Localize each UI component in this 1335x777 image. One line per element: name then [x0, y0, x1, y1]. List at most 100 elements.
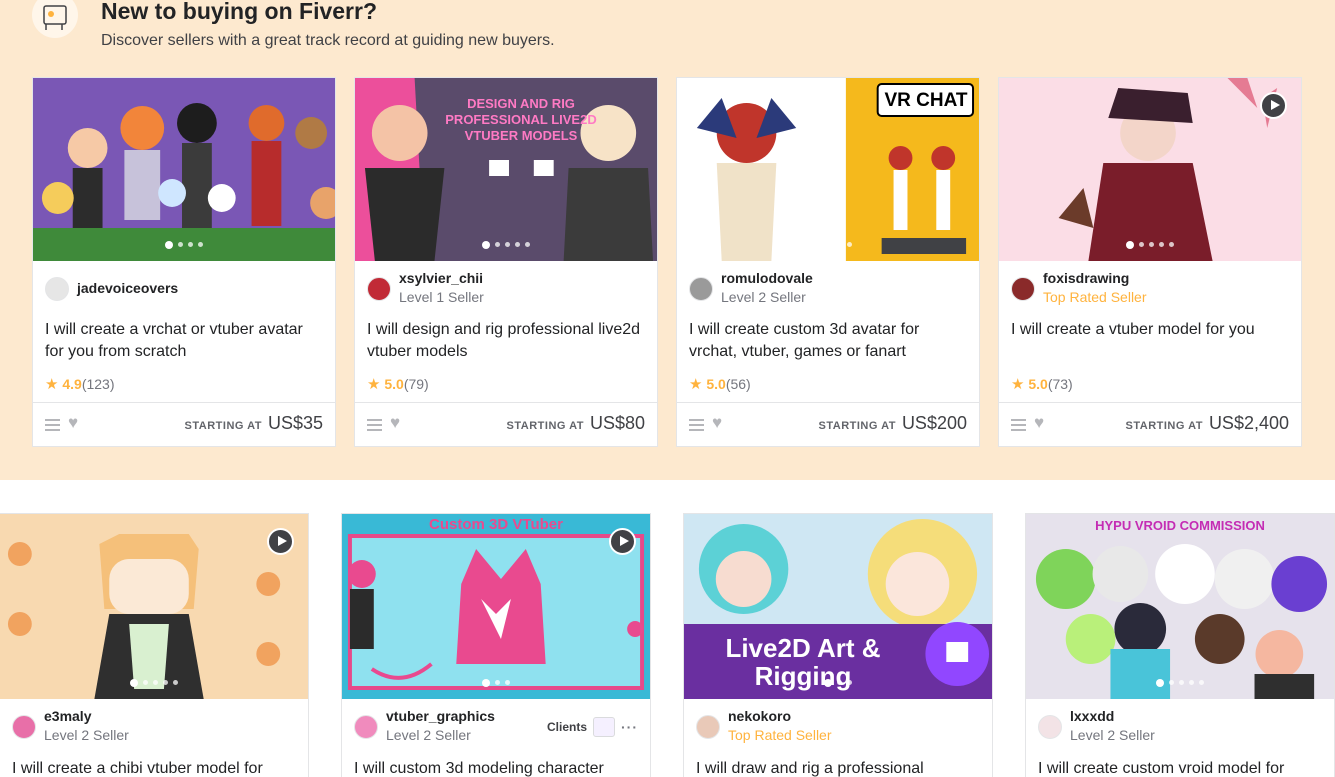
seller-name[interactable]: e3maly — [44, 708, 91, 724]
gig-thumbnail[interactable]: Live2D Art & Rigging — [684, 514, 992, 699]
seller-level: Level 2 Seller — [44, 727, 129, 743]
gig-card[interactable]: Custom 3D VTuber vtuber_graphics Level 2… — [341, 513, 651, 777]
menu-icon[interactable] — [1011, 419, 1026, 431]
gig-title[interactable]: I will create custom vroid model for — [1038, 758, 1322, 777]
gig-thumbnail[interactable]: Custom 3D VTuber — [342, 514, 650, 699]
gig-rating: ★ 5.0(56) — [689, 375, 751, 393]
rating-score: 5.0 — [384, 376, 404, 392]
avatar[interactable] — [45, 277, 69, 301]
price-label: STARTING AT — [818, 420, 896, 432]
heart-icon[interactable]: ♥ — [390, 413, 400, 433]
menu-icon[interactable] — [367, 419, 382, 431]
card-footer: ♥ STARTING AT US$35 — [33, 402, 335, 446]
carousel-dots[interactable] — [677, 241, 979, 249]
gig-card[interactable]: VR CHAT romulodovale Level 2 Seller I wi… — [676, 77, 980, 447]
gig-thumbnail[interactable] — [0, 514, 308, 699]
menu-icon[interactable] — [45, 419, 60, 431]
seller-info[interactable]: foxisdrawing Top Rated Seller — [1011, 270, 1289, 310]
rating-score: 5.0 — [1028, 376, 1048, 392]
seller-name[interactable]: jadevoiceovers — [77, 280, 178, 296]
carousel-dots[interactable] — [684, 679, 992, 687]
gig-title[interactable]: I will custom 3d modeling character — [354, 758, 638, 777]
price[interactable]: STARTING AT US$80 — [507, 413, 645, 434]
seller-level: Level 2 Seller — [386, 727, 471, 743]
seller-info[interactable]: nekokoro Top Rated Seller — [696, 708, 980, 748]
heart-icon[interactable]: ♥ — [1034, 413, 1044, 433]
carousel-dots[interactable] — [0, 679, 308, 687]
seller-info[interactable]: romulodovale Level 2 Seller — [689, 270, 967, 310]
clients-badge[interactable]: Clients ··· — [547, 717, 638, 737]
avatar[interactable] — [367, 277, 391, 301]
gig-title[interactable]: I will create a vrchat or vtuber avatar … — [45, 319, 323, 363]
play-video-icon[interactable] — [1260, 92, 1287, 119]
price-value: US$200 — [901, 413, 967, 433]
price[interactable]: STARTING AT US$2,400 — [1126, 413, 1289, 434]
price-label: STARTING AT — [506, 420, 584, 432]
gig-thumbnail[interactable]: HYPU VROID COMMISSION — [1026, 514, 1334, 699]
seller-name[interactable]: foxisdrawing — [1043, 270, 1129, 286]
gig-title[interactable]: I will create custom 3d avatar for vrcha… — [689, 319, 967, 363]
gig-card[interactable]: Live2D Art & Rigging nekokoro Top Rated … — [683, 513, 993, 777]
star-icon: ★ — [45, 376, 59, 393]
seller-name[interactable]: nekokoro — [728, 708, 791, 724]
gig-title[interactable]: I will create a vtuber model for you — [1011, 319, 1289, 341]
seller-name[interactable]: xsylvier_chii — [399, 270, 483, 286]
seller-info[interactable]: jadevoiceovers — [45, 270, 323, 310]
carousel-dots[interactable] — [33, 241, 335, 249]
gig-thumbnail[interactable]: VR CHAT — [677, 78, 979, 261]
seller-info[interactable]: vtuber_graphics Level 2 Seller Clients ·… — [354, 708, 638, 748]
gig-title[interactable]: I will design and rig professional live2… — [367, 319, 645, 363]
seller-info[interactable]: xsylvier_chii Level 1 Seller — [367, 270, 645, 310]
heart-icon[interactable]: ♥ — [712, 413, 722, 433]
seller-level: Level 2 Seller — [721, 289, 806, 305]
play-video-icon[interactable] — [267, 528, 294, 555]
gig-card[interactable]: jadevoiceovers I will create a vrchat or… — [32, 77, 336, 447]
play-video-icon[interactable] — [609, 528, 636, 555]
gig-title[interactable]: I will draw and rig a professional — [696, 758, 980, 777]
price[interactable]: STARTING AT US$35 — [185, 413, 323, 434]
gig-rating: ★ 4.9(123) — [45, 375, 115, 393]
gig-card[interactable]: DESIGN AND RIG PROFESSIONAL LIVE2D VTUBE… — [354, 77, 658, 447]
avatar[interactable] — [354, 715, 378, 739]
seller-name[interactable]: lxxxdd — [1070, 708, 1114, 724]
clients-label: Clients — [546, 720, 587, 734]
rating-score: 4.9 — [62, 376, 82, 392]
avatar[interactable] — [1038, 715, 1062, 739]
card-footer: ♥ STARTING AT US$2,400 — [999, 402, 1301, 446]
gig-thumbnail[interactable] — [999, 78, 1301, 261]
carousel-dots[interactable] — [342, 679, 650, 687]
avatar[interactable] — [689, 277, 713, 301]
gig-thumbnail[interactable]: DESIGN AND RIG PROFESSIONAL LIVE2D VTUBE… — [355, 78, 657, 261]
gig-card[interactable]: HYPU VROID COMMISSION lxxxdd Level 2 Sel… — [1025, 513, 1335, 777]
menu-icon[interactable] — [689, 419, 704, 431]
avatar[interactable] — [12, 715, 36, 739]
avatar[interactable] — [1011, 277, 1035, 301]
avatar[interactable] — [696, 715, 720, 739]
carousel-dots[interactable] — [1026, 679, 1334, 687]
thumbnail-text: DESIGN AND RIG PROFESSIONAL LIVE2D VTUBE… — [445, 96, 597, 143]
price[interactable]: STARTING AT US$200 — [819, 413, 967, 434]
seller-info[interactable]: lxxxdd Level 2 Seller — [1038, 708, 1322, 748]
gig-rating: ★ 5.0(79) — [367, 375, 429, 393]
section-title: New to buying on Fiverr? — [101, 0, 378, 24]
gig-title[interactable]: I will create a chibi vtuber model for — [12, 758, 296, 777]
card-footer: ♥ STARTING AT US$200 — [677, 402, 979, 446]
carousel-dots[interactable] — [355, 241, 657, 249]
seller-info[interactable]: e3maly Level 2 Seller — [12, 708, 296, 748]
seller-name[interactable]: romulodovale — [721, 270, 813, 286]
rating-count: (79) — [403, 376, 429, 392]
price-value: US$80 — [589, 413, 645, 433]
star-icon: ★ — [1011, 376, 1025, 393]
more-options-icon[interactable]: ··· — [621, 719, 638, 735]
price-value: US$2,400 — [1208, 413, 1289, 433]
gig-card[interactable]: foxisdrawing Top Rated Seller I will cre… — [998, 77, 1302, 447]
section-subtitle: Discover sellers with a great track reco… — [101, 32, 555, 49]
thumbnail-text: VR CHAT — [884, 90, 968, 111]
seller-level: Top Rated Seller — [1043, 289, 1147, 305]
seller-name[interactable]: vtuber_graphics — [386, 708, 495, 724]
heart-icon[interactable]: ♥ — [68, 413, 78, 433]
seller-level: Level 2 Seller — [1070, 727, 1155, 743]
gig-thumbnail[interactable] — [33, 78, 335, 261]
gig-card[interactable]: e3maly Level 2 Seller I will create a ch… — [0, 513, 309, 777]
carousel-dots[interactable] — [999, 241, 1301, 249]
